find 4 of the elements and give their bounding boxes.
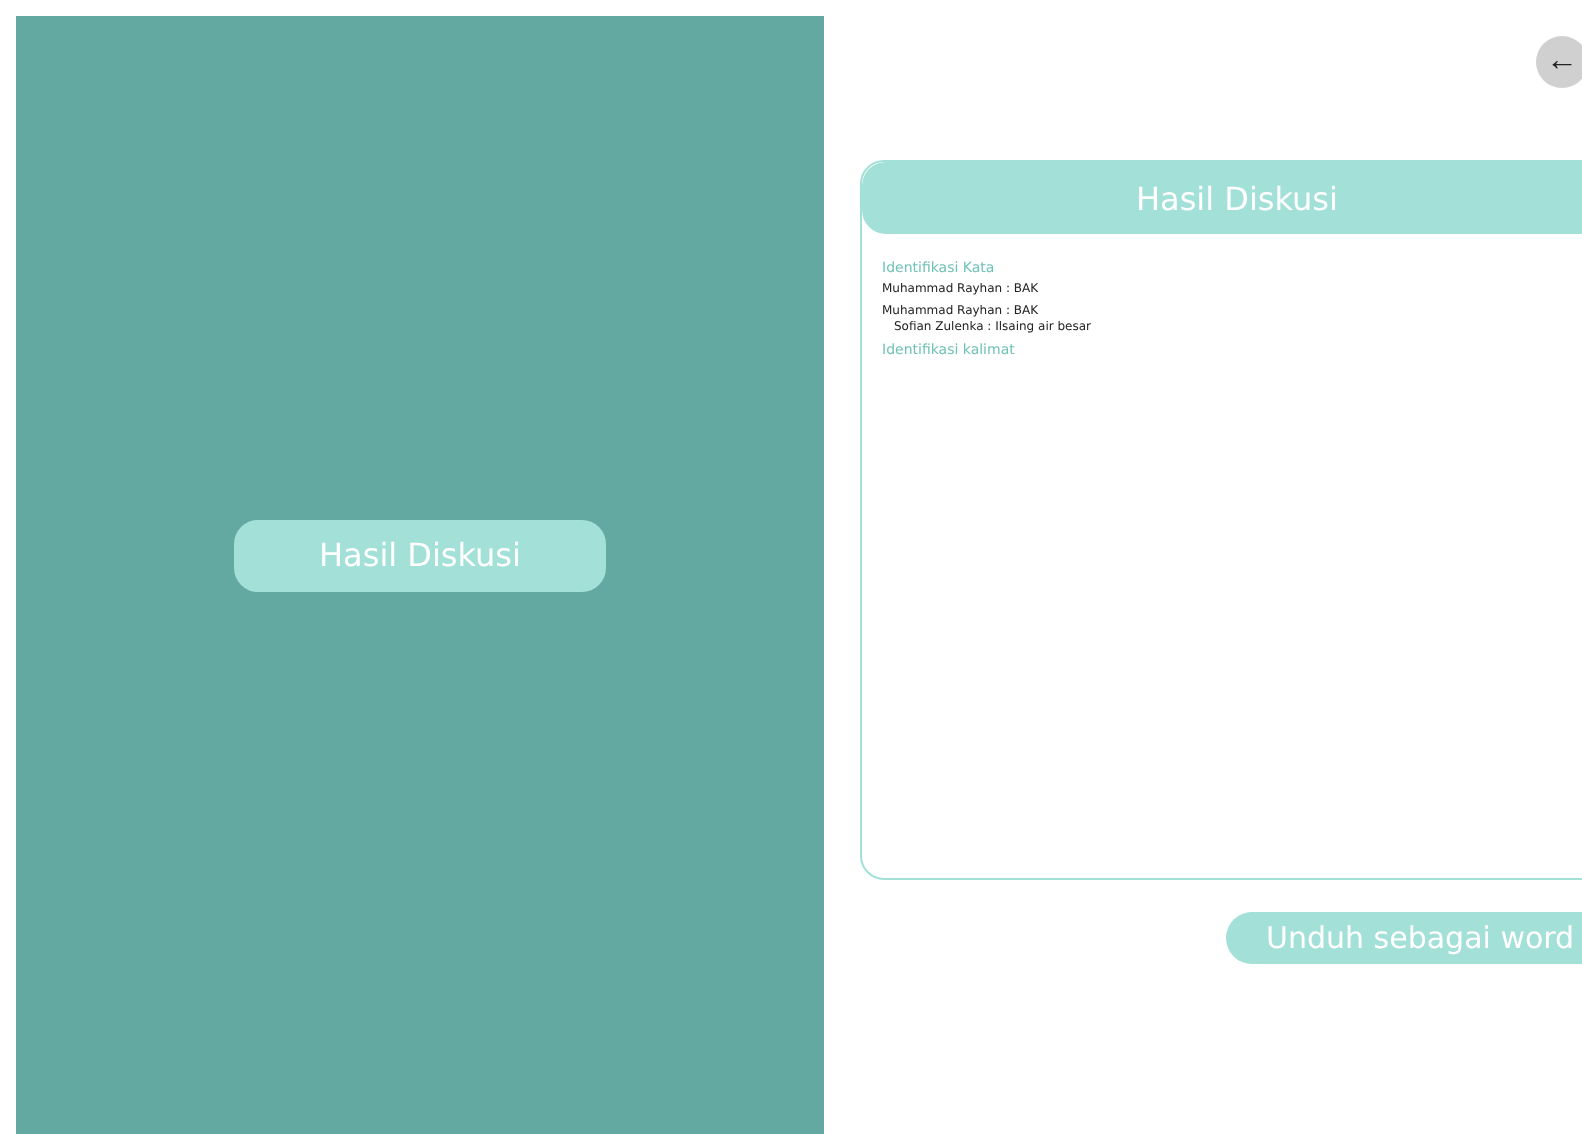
- back-button[interactable]: ←: [1536, 36, 1582, 88]
- download-button[interactable]: Unduh sebagai word: [1226, 912, 1582, 964]
- card-title: Hasil Diskusi: [862, 162, 1582, 234]
- hasil-diskusi-button[interactable]: Hasil Diskusi: [234, 519, 606, 591]
